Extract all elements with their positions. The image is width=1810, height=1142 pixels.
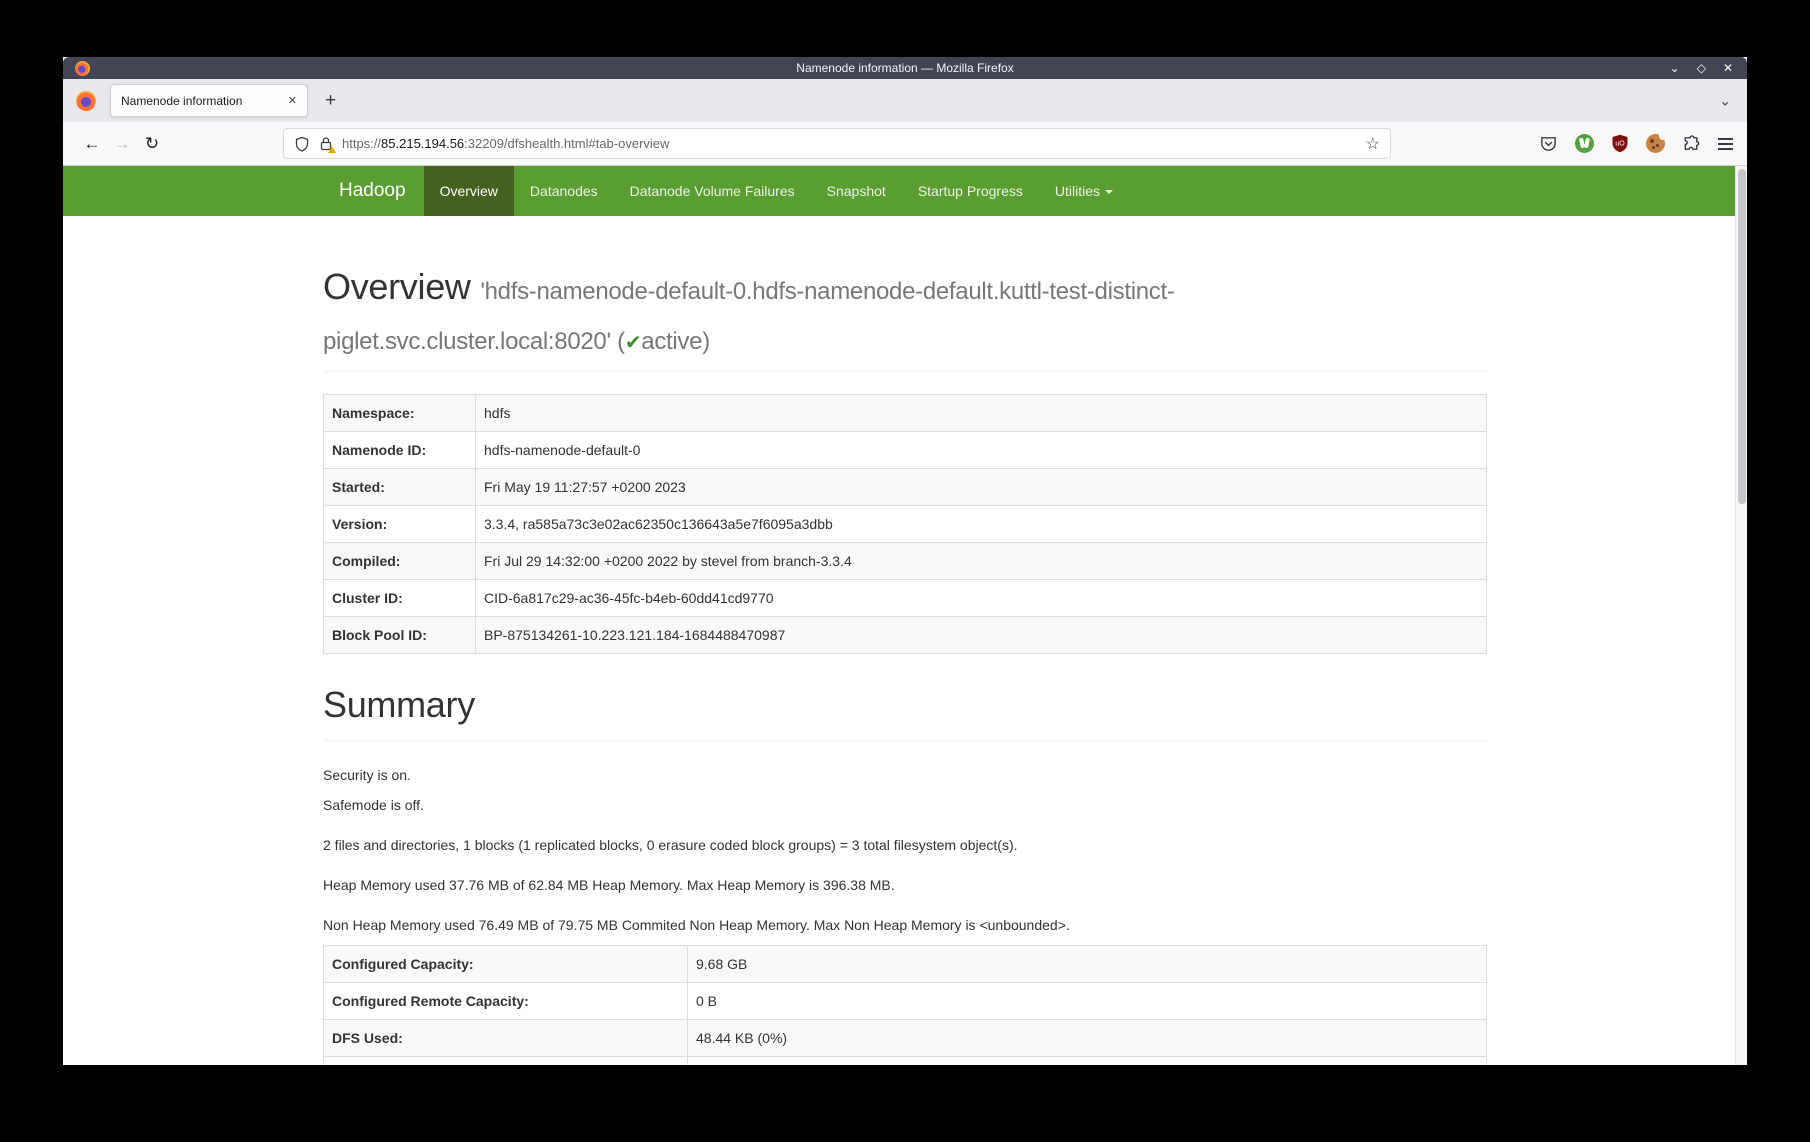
row-label: Configured Capacity: (324, 946, 688, 983)
firefox-view-icon[interactable] (76, 91, 96, 111)
minimize-button[interactable]: ⌄ (1670, 57, 1680, 79)
summary-files-line: 2 files and directories, 1 blocks (1 rep… (323, 835, 1487, 855)
row-label: Non DFS Used: (324, 1057, 688, 1065)
table-row: Namespace:hdfs (324, 395, 1487, 432)
table-row: Started:Fri May 19 11:27:57 +0200 2023 (324, 469, 1487, 506)
table-row: Version:3.3.4, ra585a73c3e02ac62350c1366… (324, 506, 1487, 543)
cookie-icon[interactable] (1646, 134, 1665, 153)
row-label: Version: (324, 506, 476, 543)
table-row: Namenode ID:hdfs-namenode-default-0 (324, 432, 1487, 469)
url-text: https://85.215.194.56:32209/dfshealth.ht… (342, 136, 669, 151)
row-label: Namenode ID: (324, 432, 476, 469)
hadoop-navbar: Hadoop Overview Datanodes Datanode Volum… (63, 166, 1747, 216)
table-row: Cluster ID:CID-6a817c29-ac36-45fc-b4eb-6… (324, 580, 1487, 617)
table-row: DFS Used:48.44 KB (0%) (324, 1020, 1487, 1057)
url-bar[interactable]: https://85.215.194.56:32209/dfshealth.ht… (283, 128, 1391, 159)
row-label: Started: (324, 469, 476, 506)
row-label: DFS Used: (324, 1020, 688, 1057)
pocket-icon[interactable] (1539, 134, 1558, 153)
nav-item-overview[interactable]: Overview (424, 166, 514, 216)
row-label: Cluster ID: (324, 580, 476, 617)
lock-warning-icon[interactable] (319, 136, 333, 151)
table-row: Configured Capacity:9.68 GB (324, 946, 1487, 983)
summary-header: Summary (323, 680, 1487, 741)
mixed-content-warning-icon (328, 146, 336, 153)
row-value: BP-875134261-10.223.121.184-168448847098… (476, 617, 1487, 654)
window-title: Namenode information — Mozilla Firefox (63, 61, 1747, 75)
nav-item-datanode-volume-failures[interactable]: Datanode Volume Failures (614, 166, 811, 216)
row-value: 48.44 KB (0%) (688, 1020, 1487, 1057)
row-value: Fri May 19 11:27:57 +0200 2023 (476, 469, 1487, 506)
navigation-toolbar: ← → ↻ https://85.215.194.56:32209/df (63, 122, 1747, 166)
extensions-puzzle-icon[interactable] (1682, 134, 1701, 153)
chevron-down-icon (1105, 190, 1113, 194)
row-label: Configured Remote Capacity: (324, 983, 688, 1020)
summary-nonheap-line: Non Heap Memory used 76.49 MB of 79.75 M… (323, 915, 1487, 935)
active-check-icon: ✔ (625, 332, 641, 354)
row-value: 3.3.4, ra585a73c3e02ac62350c136643a5e7f6… (476, 506, 1487, 543)
back-button[interactable]: ← (77, 134, 107, 154)
close-button[interactable]: ✕ (1723, 57, 1733, 79)
table-row: Compiled:Fri Jul 29 14:32:00 +0200 2022 … (324, 543, 1487, 580)
summary-safemode-line: Safemode is off. (323, 795, 1487, 815)
nav-item-datanodes[interactable]: Datanodes (514, 166, 614, 216)
window-controls: ⌄ ◇ ✕ (1670, 57, 1733, 79)
table-row: Non DFS Used:119.56 KB (324, 1057, 1487, 1065)
menu-hamburger-icon[interactable] (1718, 138, 1733, 150)
navbar-brand-hadoop[interactable]: Hadoop (323, 166, 424, 216)
row-value: 9.68 GB (688, 946, 1487, 983)
page-viewport: Hadoop Overview Datanodes Datanode Volum… (63, 166, 1747, 1065)
maximize-button[interactable]: ◇ (1697, 57, 1706, 79)
status-badge: active (641, 328, 702, 355)
row-label: Block Pool ID: (324, 617, 476, 654)
overview-header: Overview 'hdfs-namenode-default-0.hdfs-n… (323, 262, 1487, 372)
row-label: Namespace: (324, 395, 476, 432)
browser-tab[interactable]: Namenode information ✕ (110, 84, 308, 117)
desktop-background: Namenode information — Mozilla Firefox ⌄… (0, 0, 1810, 1142)
nav-item-utilities[interactable]: Utilities (1039, 166, 1129, 216)
window-titlebar[interactable]: Namenode information — Mozilla Firefox ⌄… (63, 57, 1747, 79)
summary-title: Summary (323, 680, 1487, 730)
summary-heap-line: Heap Memory used 37.76 MB of 62.84 MB He… (323, 875, 1487, 895)
tab-close-icon[interactable]: ✕ (288, 94, 297, 107)
tab-title: Namenode information (121, 94, 280, 108)
row-value: 119.56 KB (688, 1057, 1487, 1065)
row-value: 0 B (688, 983, 1487, 1020)
ublock-origin-icon[interactable]: uO (1611, 134, 1629, 153)
page-scrollbar[interactable] (1735, 166, 1747, 1065)
scrollbar-thumb[interactable] (1738, 169, 1746, 504)
page-title: Overview 'hdfs-namenode-default-0.hdfs-n… (323, 262, 1487, 361)
tracking-shield-icon[interactable] (294, 136, 310, 152)
list-tabs-chevron-icon[interactable]: ⌄ (1719, 92, 1731, 109)
row-value: CID-6a817c29-ac36-45fc-b4eb-60dd41cd9770 (476, 580, 1487, 617)
forward-button[interactable]: → (107, 134, 137, 154)
reload-button[interactable]: ↻ (137, 134, 167, 154)
new-tab-button[interactable]: + (325, 90, 336, 112)
row-value: Fri Jul 29 14:32:00 +0200 2022 by stevel… (476, 543, 1487, 580)
summary-security-line: Security is on. (323, 765, 1487, 785)
url-host: 85.215.194.56 (381, 136, 464, 151)
nav-item-snapshot[interactable]: Snapshot (811, 166, 902, 216)
firefox-window: Namenode information — Mozilla Firefox ⌄… (63, 57, 1747, 1065)
toolbar-extension-icons: uO (1539, 134, 1733, 153)
tab-strip: Namenode information ✕ + ⌄ (63, 79, 1747, 122)
row-label: Compiled: (324, 543, 476, 580)
table-row: Block Pool ID:BP-875134261-10.223.121.18… (324, 617, 1487, 654)
row-value: hdfs (476, 395, 1487, 432)
url-scheme: https:// (342, 136, 381, 151)
svg-text:uO: uO (1615, 141, 1625, 148)
bookmark-star-icon[interactable]: ☆ (1366, 134, 1380, 154)
nav-item-startup-progress[interactable]: Startup Progress (902, 166, 1039, 216)
url-path: :32209/dfshealth.html#tab-overview (464, 136, 669, 151)
table-row: Configured Remote Capacity:0 B (324, 983, 1487, 1020)
main-content: Overview 'hdfs-namenode-default-0.hdfs-n… (323, 262, 1487, 1065)
extension-green-icon[interactable] (1575, 134, 1594, 153)
overview-info-table: Namespace:hdfs Namenode ID:hdfs-namenode… (323, 394, 1487, 654)
row-value: hdfs-namenode-default-0 (476, 432, 1487, 469)
capacity-table: Configured Capacity:9.68 GB Configured R… (323, 945, 1487, 1065)
